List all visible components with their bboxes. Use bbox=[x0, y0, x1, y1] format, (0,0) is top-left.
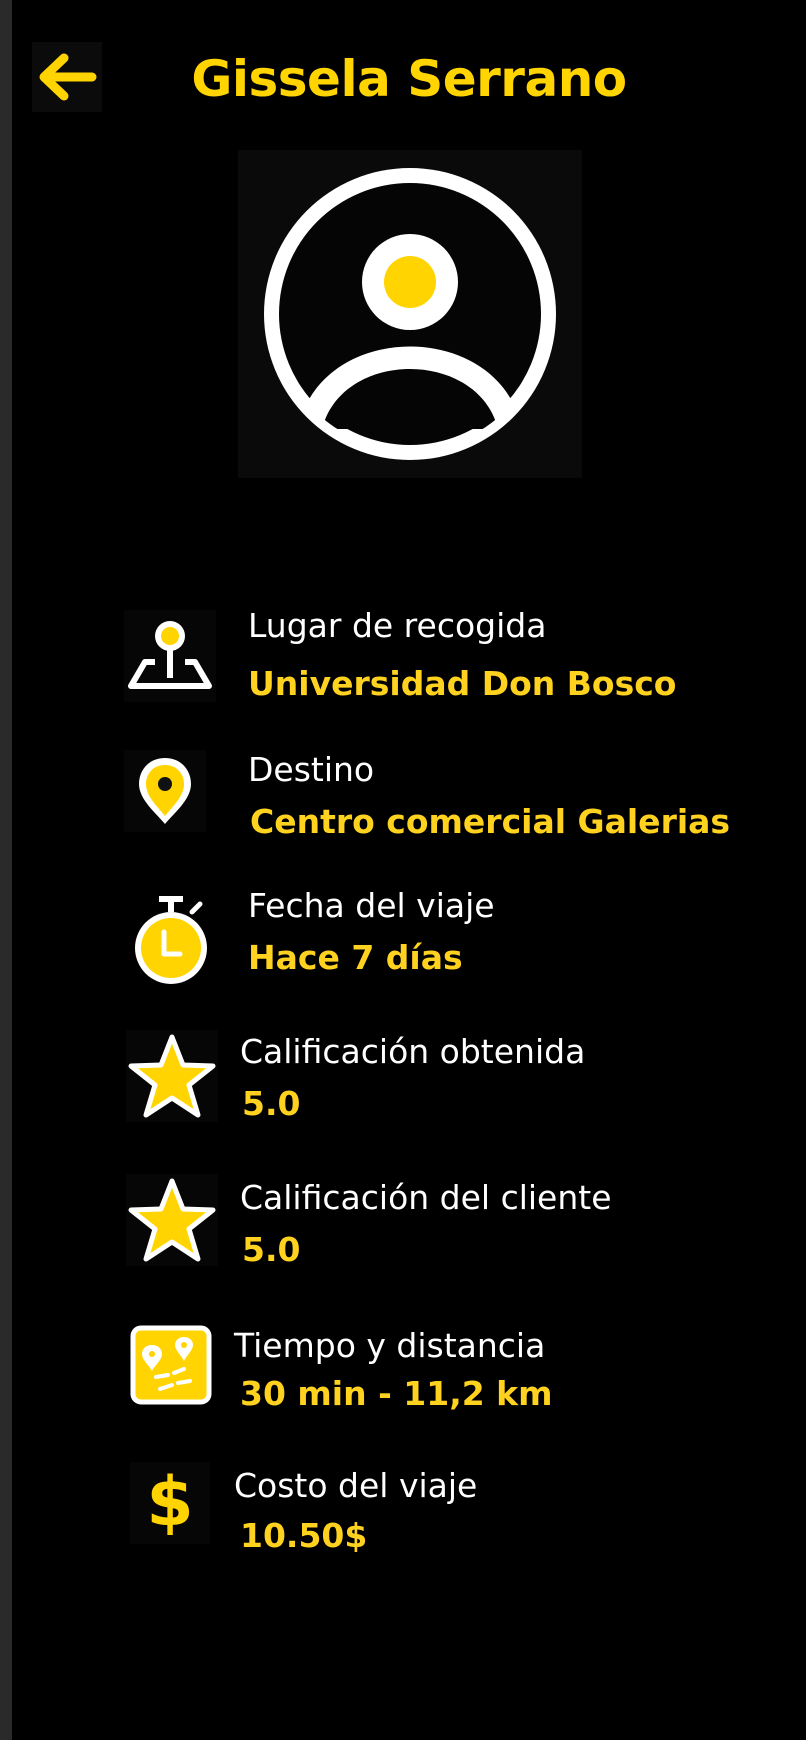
star-icon bbox=[126, 1174, 218, 1266]
time-distance-row: Tiempo y distancia 30 min - 11,2 km bbox=[12, 1320, 806, 1420]
stopwatch-icon bbox=[126, 892, 216, 992]
rating-obtained-value: 5.0 bbox=[242, 1084, 301, 1123]
destination-row: Destino Centro comercial Galerias bbox=[12, 740, 806, 841]
time-distance-label: Tiempo y distancia bbox=[234, 1326, 546, 1365]
star-icon bbox=[126, 1030, 218, 1122]
time-distance-value: 30 min - 11,2 km bbox=[240, 1374, 553, 1413]
cost-value: 10.50$ bbox=[240, 1516, 368, 1555]
destination-value: Centro comercial Galerias bbox=[250, 802, 731, 841]
client-rating-value: 5.0 bbox=[242, 1230, 301, 1269]
avatar bbox=[238, 150, 582, 478]
user-avatar-icon bbox=[264, 168, 556, 460]
cost-label: Costo del viaje bbox=[234, 1466, 478, 1505]
rating-obtained-row: Calificación obtenida 5.0 bbox=[12, 1022, 806, 1123]
trip-detail-screen: Gissela Serrano Lugar de recogida Univer… bbox=[12, 0, 806, 1740]
date-value: Hace 7 días bbox=[248, 938, 463, 977]
location-marker-icon bbox=[124, 750, 206, 832]
rating-obtained-label: Calificación obtenida bbox=[240, 1032, 586, 1071]
pickup-row: Lugar de recogida Universidad Don Bosco bbox=[12, 600, 806, 703]
pickup-value: Universidad Don Bosco bbox=[248, 664, 677, 703]
cost-row: $ Costo del viaje 10.50$ bbox=[12, 1462, 806, 1562]
page-title: Gissela Serrano bbox=[191, 50, 627, 108]
pickup-label: Lugar de recogida bbox=[248, 606, 547, 645]
client-rating-label: Calificación del cliente bbox=[240, 1178, 612, 1217]
date-label: Fecha del viaje bbox=[248, 886, 495, 925]
pickup-pin-icon bbox=[124, 610, 216, 702]
destination-label: Destino bbox=[248, 750, 375, 789]
dollar-icon: $ bbox=[130, 1462, 210, 1544]
date-row: Fecha del viaje Hace 7 días bbox=[12, 872, 806, 984]
map-icon bbox=[130, 1324, 212, 1406]
client-rating-row: Calificación del cliente 5.0 bbox=[12, 1170, 806, 1270]
